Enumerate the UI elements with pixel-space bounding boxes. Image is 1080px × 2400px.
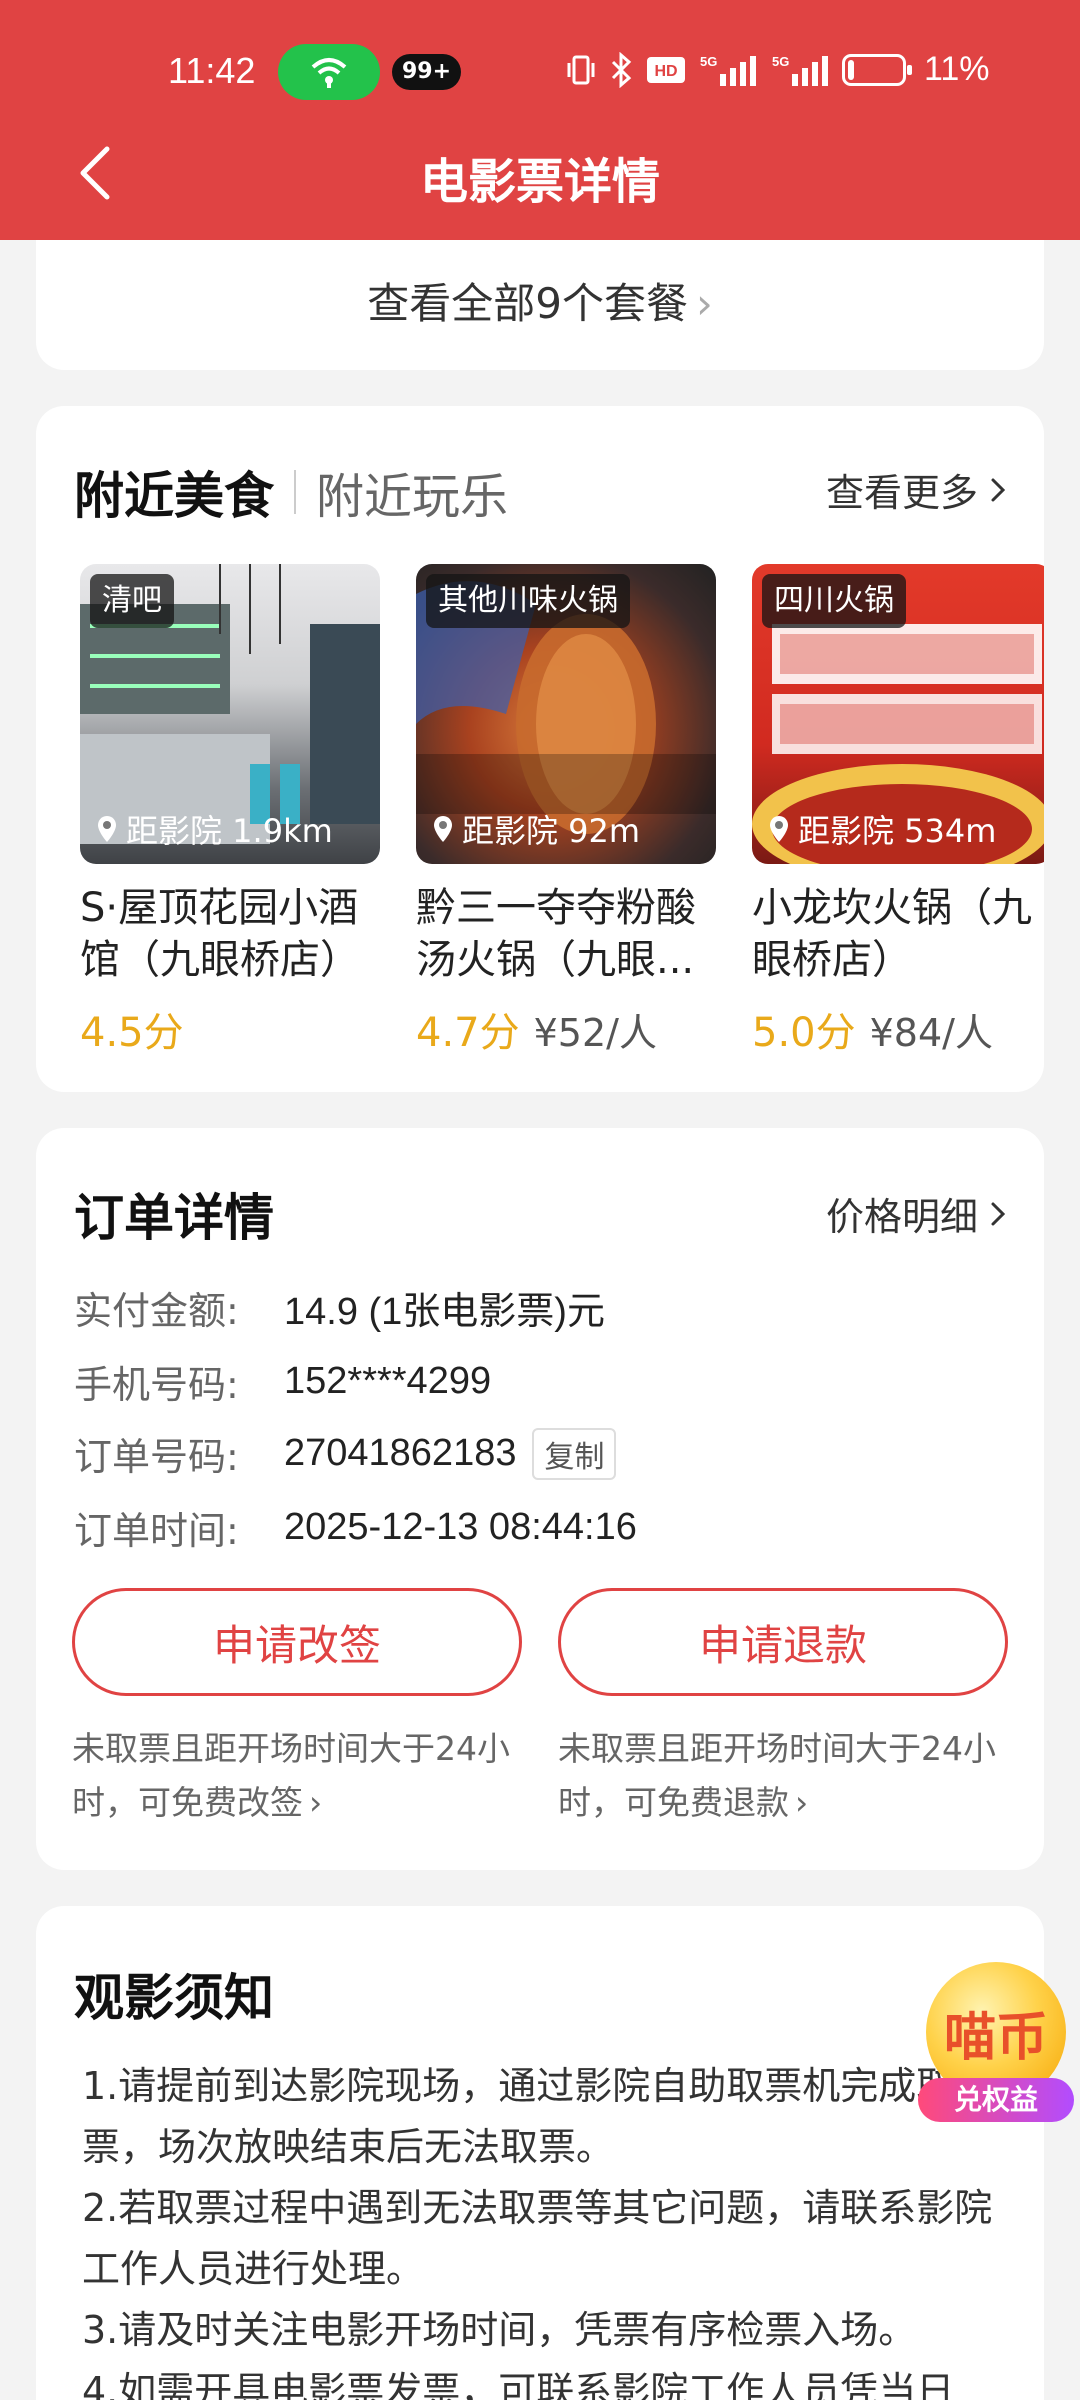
status-time: 11:42 (168, 50, 256, 91)
see-more-link[interactable]: 查看更多 (826, 462, 1006, 517)
copy-button[interactable]: 复制 (532, 1427, 617, 1480)
food-distance: 距影院 92m (432, 806, 640, 852)
tab-nearby-fun[interactable]: 附近玩乐 (316, 457, 508, 527)
page-title: 电影票详情 (419, 154, 660, 210)
order-row-number: 订单号码: 27041862183 复制 (74, 1426, 617, 1481)
food-score: 4.5分 (80, 1010, 184, 1056)
see-more-label: 查看更多 (825, 471, 978, 515)
notice-title: 观影须知 (74, 1969, 274, 2027)
location-pin-icon (98, 816, 116, 842)
food-name: 小龙坎火锅（九眼桥店） (752, 885, 1032, 983)
apply-refund-button[interactable]: 申请退款 (558, 1588, 1008, 1696)
order-value: 152****4299 (284, 1360, 492, 1402)
view-all-packages-label: 查看全部9个套餐 (367, 279, 688, 328)
food-score: 4.7分 (416, 1010, 520, 1056)
food-category-tag: 四川火锅 (762, 574, 906, 628)
food-item[interactable]: 四川火锅 距影院 534m 小龙坎火锅（九眼桥店） 5.0分 ¥84/人 (752, 564, 1044, 1058)
vibrate-icon (566, 53, 596, 87)
order-details-card: 订单详情 价格明细 实付金额: 14.9 (1张电影票)元 手机号码: 152*… (36, 1128, 1044, 1870)
food-score: 5.0分 (752, 1010, 856, 1056)
order-row-phone: 手机号码: 152****4299 (74, 1354, 491, 1409)
nearby-food-list: 清吧 距影院 1.9km S·屋顶花园小酒馆（九眼桥店） 4.5分 其他川味火锅… (80, 564, 1044, 1064)
signal-5g-icon: 5G (698, 52, 758, 88)
location-pin-icon (770, 816, 788, 842)
food-price: ¥52/人 (533, 1011, 657, 1055)
chevron-right-icon (991, 478, 1006, 501)
food-name: 黔三一夺夺粉酸汤火锅（九眼... (416, 885, 696, 983)
food-image: 其他川味火锅 距影院 92m (416, 564, 716, 864)
notice-list: 1.请提前到达影院现场，通过影院自助取票机完成取票，场次放映结束后无法取票。 2… (82, 2056, 1002, 2400)
food-distance-label: 距影院 1.9km (126, 812, 333, 850)
food-category-tag: 清吧 (90, 574, 174, 628)
refund-policy-text: 未取票且距开场时间大于24小时，可免费退款 (558, 1729, 996, 1822)
order-value: 14.9 (1张电影票)元 (284, 1291, 605, 1333)
food-item[interactable]: 清吧 距影院 1.9km S·屋顶花园小酒馆（九眼桥店） 4.5分 (80, 564, 380, 1058)
signal-5g-icon-2: 5G (770, 52, 830, 88)
food-image: 清吧 距影院 1.9km (80, 564, 380, 864)
battery-level (848, 59, 854, 80)
apply-change-button[interactable]: 申请改签 (72, 1588, 522, 1696)
nav-bar: 电影票详情 (0, 118, 1080, 228)
nearby-tabs: 附近美食 附近玩乐 (74, 456, 508, 528)
network-label-2: 5G (772, 54, 789, 69)
hd-icon: HD (646, 55, 686, 85)
food-distance-label: 距影院 534m (798, 812, 997, 850)
location-pin-icon (434, 816, 452, 842)
status-bar: 11:42 99+ HD 5G 5G 11% (0, 40, 1080, 106)
network-label-1: 5G (700, 54, 717, 69)
status-icons: HD 5G 5G 11% (566, 50, 990, 89)
battery-percent: 11% (924, 50, 990, 88)
tab-nearby-food[interactable]: 附近美食 (74, 456, 274, 528)
order-label: 实付金额: (74, 1289, 239, 1333)
order-value: 27041862183 (284, 1432, 517, 1474)
notice-item: 2.若取票过程中遇到无法取票等其它问题，请联系影院工作人员进行处理。 (82, 2186, 993, 2291)
view-all-packages-link[interactable]: 查看全部9个套餐 › (36, 270, 1044, 331)
change-policy-link[interactable]: 未取票且距开场时间大于24小时，可免费改签 › (72, 1722, 532, 1830)
order-value: 2025-12-13 08:44:16 (284, 1506, 637, 1548)
svg-text:HD: HD (654, 63, 677, 80)
food-category-tag: 其他川味火锅 (426, 574, 630, 628)
food-name: S·屋顶花园小酒馆（九眼桥店） (80, 885, 360, 983)
hotspot-icon (278, 44, 380, 100)
food-item[interactable]: 其他川味火锅 距影院 92m 黔三一夺夺粉酸汤火锅（九眼... 4.7分 ¥52… (416, 564, 716, 1058)
food-meta: 5.0分 ¥84/人 (752, 1000, 1044, 1058)
chevron-right-icon: › (795, 1783, 809, 1822)
food-meta: 4.7分 ¥52/人 (416, 1000, 716, 1058)
tab-divider (294, 470, 296, 514)
viewing-notice-card: 观影须知 1.请提前到达影院现场，通过影院自助取票机完成取票，场次放映结束后无法… (36, 1906, 1044, 2400)
order-label: 订单时间: (74, 1509, 239, 1553)
order-row-amount: 实付金额: 14.9 (1张电影票)元 (74, 1280, 605, 1335)
food-image: 四川火锅 距影院 534m (752, 564, 1044, 864)
notice-item: 1.请提前到达影院现场，通过影院自助取票机完成取票，场次放映结束后无法取票。 (82, 2064, 955, 2169)
order-label: 手机号码: (74, 1363, 239, 1407)
order-title: 订单详情 (74, 1189, 274, 1247)
chevron-right-icon (991, 1202, 1006, 1225)
battery-icon (842, 53, 912, 86)
food-price: ¥84/人 (869, 1011, 993, 1055)
food-distance-label: 距影院 92m (462, 812, 641, 850)
change-policy-text: 未取票且距开场时间大于24小时，可免费改签 (72, 1729, 510, 1822)
bluetooth-icon (608, 51, 634, 88)
notice-item: 3.请及时关注电影开场时间，凭票有序检票入场。 (82, 2308, 917, 2352)
order-row-time: 订单时间: 2025-12-13 08:44:16 (74, 1500, 637, 1555)
price-detail-link[interactable]: 价格明细 (826, 1186, 1006, 1241)
refund-policy-link[interactable]: 未取票且距开场时间大于24小时，可免费退款 › (558, 1722, 1018, 1830)
food-meta: 4.5分 (80, 1000, 380, 1058)
notice-item: 4.如需开具电影票发票，可联系影院工作人员凭当日 (82, 2369, 955, 2400)
nearby-card: 附近美食 附近玩乐 查看更多 清吧 距影院 1.9km S·屋顶花园小酒馆（九眼… (36, 406, 1044, 1092)
coin-label: 兑权益 (918, 2078, 1074, 2122)
chevron-right-icon: › (695, 279, 713, 328)
food-distance: 距影院 1.9km (96, 806, 333, 852)
coin-reward-float[interactable]: 喵币 兑权益 (916, 1962, 1076, 2122)
chevron-right-icon: › (309, 1783, 323, 1822)
notification-badge: 99+ (392, 54, 462, 90)
order-label: 订单号码: (74, 1435, 239, 1479)
app-header: 11:42 99+ HD 5G 5G 11% 电影票详情 (0, 0, 1080, 240)
food-distance: 距影院 534m (768, 806, 996, 852)
price-detail-label: 价格明细 (825, 1195, 978, 1239)
